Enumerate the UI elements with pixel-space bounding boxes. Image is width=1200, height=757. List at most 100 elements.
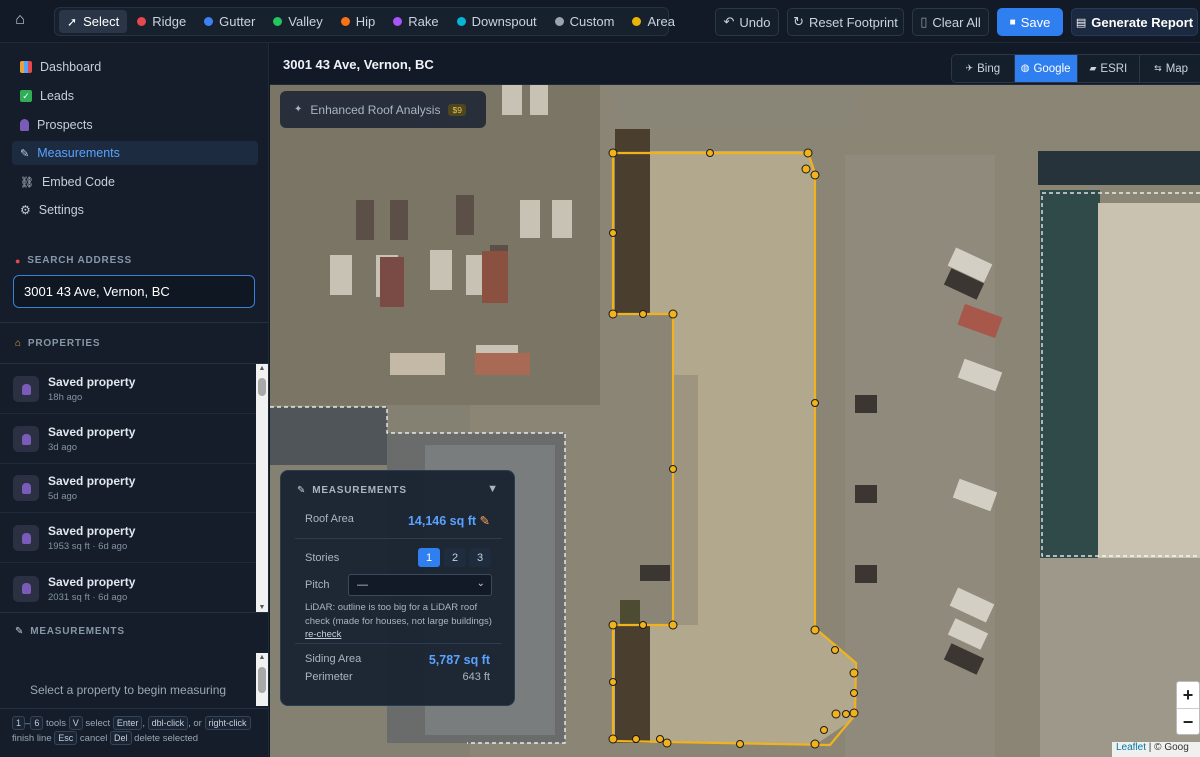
gutter-color-dot xyxy=(204,17,214,26)
property-title: Saved property xyxy=(48,524,136,538)
section-label: PROPERTIES xyxy=(27,338,101,349)
pitch-value: — xyxy=(357,579,368,591)
property-subtitle: 1953 sq ft · 6d ago xyxy=(48,541,128,552)
nav-prospects[interactable]: Prospects xyxy=(12,113,258,137)
property-title: Saved property xyxy=(48,425,136,439)
properties-scrollbar[interactable]: ▲ ▼ xyxy=(256,364,268,612)
key: Del xyxy=(110,731,132,745)
tool-rake[interactable]: Rake xyxy=(385,10,446,33)
home-icon[interactable]: ⌂ xyxy=(10,10,30,30)
property-subtitle: 2031 sq ft · 6d ago xyxy=(48,591,128,603)
satellite-map[interactable]: ✦ Enhanced Roof Analysis $9 ✎ MEASUREMEN… xyxy=(270,85,1200,757)
ruler-icon: ✎ xyxy=(297,485,307,496)
property-title: Saved property xyxy=(48,474,136,488)
generate-report-button[interactable]: ▤ Generate Report xyxy=(1071,8,1198,36)
chevron-down-icon: ⌄ xyxy=(476,578,485,589)
measurements-scrollbar[interactable]: ▲ xyxy=(256,653,268,706)
undo-button[interactable]: ↶ Undo xyxy=(715,8,779,36)
tool-label: Custom xyxy=(569,14,615,29)
map-layer-toggle: ✈ Bing ◍ Google ▰ ESRI ⇆ Map xyxy=(951,54,1200,83)
nav-label: Prospects xyxy=(37,118,93,132)
hint-text: select xyxy=(85,718,111,729)
nav-label: Embed Code xyxy=(41,175,115,189)
panel-header: ✎ MEASUREMENTS xyxy=(297,485,407,496)
property-list-item[interactable]: Saved property 18h ago xyxy=(0,365,256,414)
tool-gutter[interactable]: Gutter xyxy=(196,10,263,33)
section-label: SEARCH ADDRESS xyxy=(27,255,132,266)
zoom-in-button[interactable]: + xyxy=(1177,682,1199,709)
lidar-text: LiDAR: outline is too big for a LiDAR ro… xyxy=(305,602,492,627)
layer-map[interactable]: ⇆ Map xyxy=(1140,55,1200,82)
properties-heading: ⌂ PROPERTIES xyxy=(15,338,100,349)
hint-text: tools xyxy=(45,718,67,729)
link-icon: ⛓ xyxy=(20,176,34,189)
layer-esri[interactable]: ▰ ESRI xyxy=(1077,55,1141,82)
sidebar: Dashboard ✓ Leads Prospects ✎ Measuremen… xyxy=(0,43,269,757)
nav-dashboard[interactable]: Dashboard xyxy=(12,55,258,79)
nav-leads[interactable]: ✓ Leads xyxy=(12,84,258,108)
layer-google[interactable]: ◍ Google xyxy=(1014,55,1078,82)
story-2-button[interactable]: 2 xyxy=(444,548,466,567)
roof-area-label: Roof Area xyxy=(305,513,354,525)
tool-ridge[interactable]: Ridge xyxy=(129,10,194,33)
attribution-text: | © Goog xyxy=(1146,742,1189,753)
floppy-icon: ■ xyxy=(1009,16,1016,28)
layer-bing[interactable]: ✈ Bing xyxy=(952,55,1015,82)
trash-icon: ▯ xyxy=(920,14,928,29)
property-list-item[interactable]: Saved property 3d ago xyxy=(0,415,256,464)
price-badge: $9 xyxy=(448,103,466,116)
hint-text: , xyxy=(142,718,145,729)
tool-select[interactable]: ➚ Select xyxy=(59,10,128,33)
layer-label: Google xyxy=(1033,62,1071,75)
story-1-button[interactable]: 1 xyxy=(418,548,440,567)
enhanced-roof-analysis-button[interactable]: ✦ Enhanced Roof Analysis $9 xyxy=(280,91,486,128)
tool-area[interactable]: Area xyxy=(624,10,682,33)
property-subtitle: 3d ago xyxy=(48,442,78,453)
tool-label: Rake xyxy=(408,14,439,29)
tool-downspout[interactable]: Downspout xyxy=(449,10,545,33)
hint-text: , or xyxy=(188,718,202,729)
zoom-out-button[interactable]: − xyxy=(1177,709,1199,736)
hint-text: cancel xyxy=(79,733,108,744)
nav-label: Settings xyxy=(38,203,84,217)
property-list-item[interactable]: Saved property 1953 sq ft · 6d ago xyxy=(0,514,256,563)
panel-title: MEASUREMENTS xyxy=(312,485,407,496)
save-button[interactable]: ■ Save xyxy=(997,8,1063,36)
nav-measurements[interactable]: ✎ Measurements xyxy=(12,141,258,165)
undo-label: Undo xyxy=(739,14,771,30)
divider xyxy=(0,363,269,364)
map-attribution: Leaflet | © Goog xyxy=(1112,742,1200,757)
layer-label: ESRI xyxy=(1100,62,1128,75)
leaflet-link[interactable]: Leaflet xyxy=(1116,742,1146,753)
story-3-button[interactable]: 3 xyxy=(469,548,491,567)
layer-label: Bing xyxy=(977,62,1001,75)
property-subtitle: 5d ago xyxy=(48,491,78,502)
clear-label: Clear All xyxy=(932,14,981,30)
collapse-chevron-icon[interactable]: ▼ xyxy=(487,483,498,495)
roof-area-text: 14,146 sq ft xyxy=(407,514,477,528)
tool-hip[interactable]: Hip xyxy=(333,10,384,33)
key: 1 xyxy=(12,716,26,730)
reset-footprint-button[interactable]: ↻ Reset Footprint xyxy=(787,8,904,36)
property-list-item[interactable]: Saved property 5d ago xyxy=(0,464,256,513)
tool-label: Gutter xyxy=(219,14,256,29)
address-search-input[interactable] xyxy=(13,275,255,308)
tool-valley[interactable]: Valley xyxy=(265,10,330,33)
route-icon: ⇆ xyxy=(1154,63,1162,73)
pencil-icon[interactable]: ✎ xyxy=(480,514,490,528)
tool-custom[interactable]: Custom xyxy=(547,10,623,33)
section-label: MEASUREMENTS xyxy=(30,626,125,637)
clear-all-button[interactable]: ▯ Clear All xyxy=(912,8,989,36)
nav-embed-code[interactable]: ⛓ Embed Code xyxy=(12,170,258,194)
tool-label: Downspout xyxy=(471,14,537,29)
empty-measurements-hint: Select a property to begin measuring xyxy=(29,683,227,697)
undo-icon: ↶ xyxy=(723,14,735,29)
siding-area-value: 5,787 sq ft xyxy=(428,653,490,667)
pitch-select[interactable]: — ⌄ xyxy=(348,574,492,596)
nav-settings[interactable]: ⚙ Settings xyxy=(12,198,258,222)
property-list-item[interactable]: Saved property 2031 sq ft · 6d ago xyxy=(0,564,256,613)
key: right-click xyxy=(204,716,251,730)
custom-color-dot xyxy=(554,17,564,26)
tool-label: Ridge xyxy=(152,14,187,29)
recheck-link[interactable]: re-check xyxy=(305,629,341,640)
